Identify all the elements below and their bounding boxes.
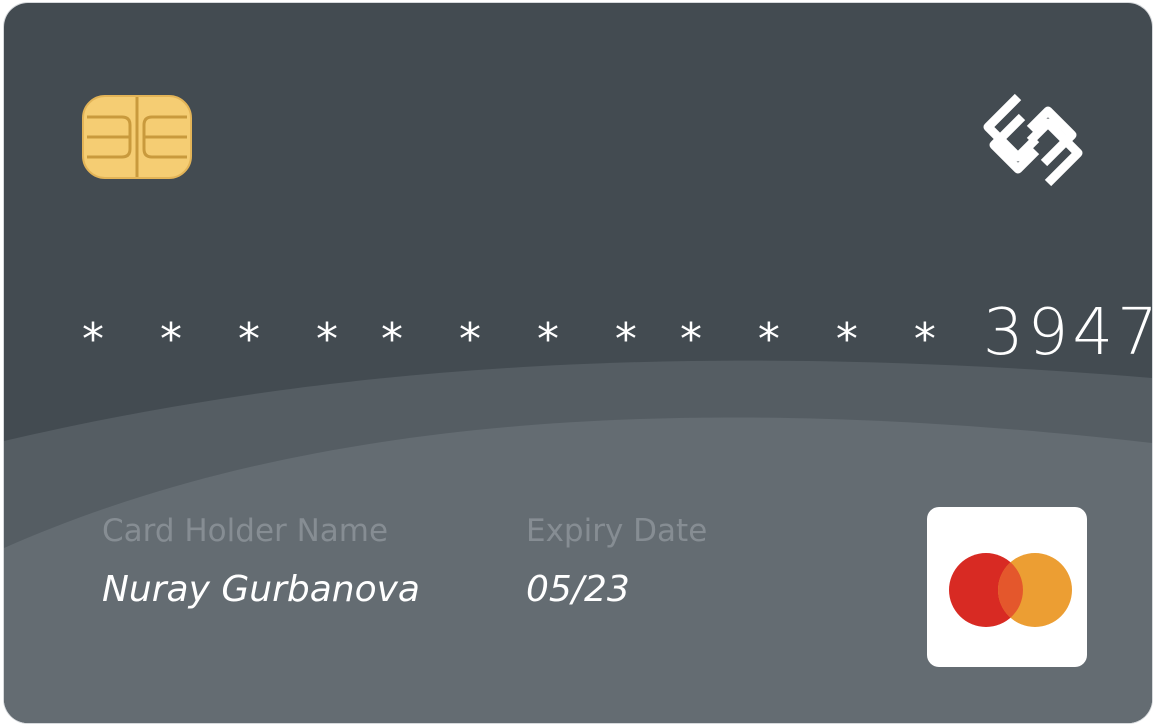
card-network-badge [927, 507, 1087, 667]
interlocking-squares-logo-icon [983, 93, 1083, 187]
card-number-last-four: 3947 [982, 296, 1152, 370]
chip-icon [82, 95, 192, 179]
expiry-date-label: Expiry Date [526, 513, 708, 549]
card-number-mask-group: * * * * [82, 313, 359, 365]
card-holder-name: Nuray Gurbanova [102, 569, 420, 610]
card-holder-label: Card Holder Name [102, 513, 389, 549]
mastercard-logo-icon [949, 553, 1072, 627]
credit-card[interactable]: * * * * * * * * * * * * 3947 Card Holder… [4, 3, 1152, 723]
card-holder-field: Card Holder Name Nuray Gurbanova [102, 513, 420, 610]
expiry-date-field: Expiry Date 05/23 [526, 513, 707, 610]
card-number: * * * * * * * * * * * * 3947 [82, 293, 1152, 373]
card-number-mask-group: * * * * [679, 313, 957, 365]
card-number-mask-group: * * * * [380, 313, 658, 365]
expiry-date-value: 05/23 [526, 569, 630, 610]
